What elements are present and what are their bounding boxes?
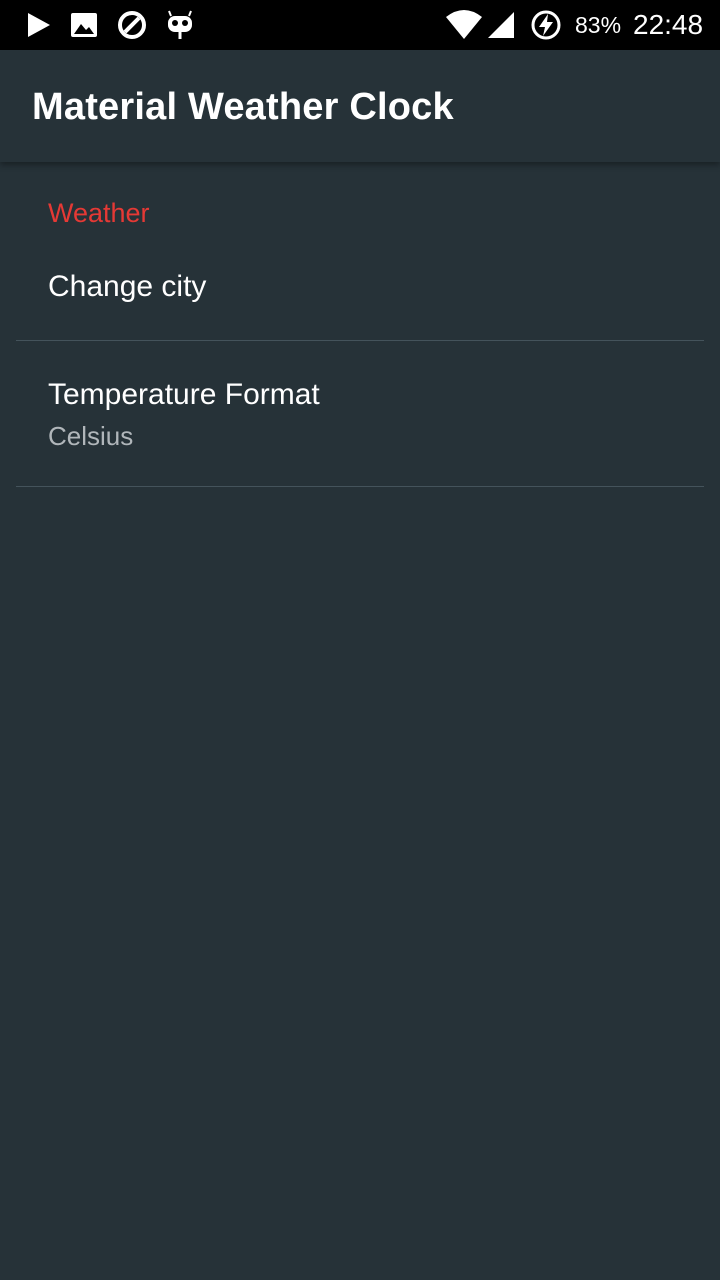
cell-signal-icon	[488, 12, 514, 38]
pref-change-city[interactable]: Change city	[0, 234, 720, 340]
play-store-icon	[28, 13, 50, 37]
page-title: Material Weather Clock	[32, 86, 454, 128]
wifi-icon	[446, 10, 482, 39]
clock: 22:48	[633, 9, 704, 40]
divider	[16, 486, 704, 487]
pref-temperature-format[interactable]: Temperature Format Celsius	[0, 341, 720, 486]
status-bar: 83% 22:48	[0, 0, 720, 50]
image-icon	[71, 13, 97, 37]
cyanogen-icon	[168, 10, 192, 39]
battery-percent: 83%	[575, 12, 622, 38]
app-bar: Material Weather Clock	[0, 50, 720, 162]
preferences-list: Weather Change city Temperature Format C…	[0, 162, 720, 1280]
pref-temperature-format-title: Temperature Format	[48, 378, 320, 411]
do-not-disturb-icon	[118, 11, 146, 39]
battery-charging-icon	[531, 10, 561, 40]
pref-change-city-title: Change city	[48, 270, 207, 303]
preference-category-weather: Weather	[48, 198, 150, 228]
pref-temperature-format-summary: Celsius	[48, 421, 134, 451]
